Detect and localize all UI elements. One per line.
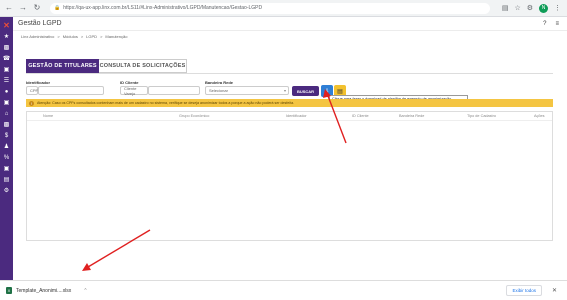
- breadcrumb-item[interactable]: Módulos: [63, 34, 78, 39]
- browser-toolbar: ← → ↻ 🔒 https://qa-ux-app.linx.com.br/LS…: [0, 0, 567, 17]
- percent-icon[interactable]: %: [2, 153, 11, 162]
- cart-icon[interactable]: ▣: [2, 164, 11, 173]
- download-bar: X Template_Anonimi....xlsx ⌃ Exibir todo…: [0, 280, 567, 300]
- column-header[interactable]: Ações: [534, 114, 545, 118]
- show-all-downloads-button[interactable]: Exibir todos: [506, 285, 542, 296]
- linx-logo-icon[interactable]: ✕: [2, 21, 11, 30]
- forward-icon[interactable]: →: [18, 3, 28, 13]
- column-header[interactable]: Bandeira Rede: [399, 114, 424, 118]
- extensions-icon[interactable]: ⚙: [527, 4, 533, 12]
- alert-text: Atenção: Caso os CPFs consultados conten…: [37, 101, 295, 105]
- user-icon[interactable]: ●: [2, 87, 11, 96]
- chevron-up-icon[interactable]: ⌃: [83, 288, 87, 294]
- users-icon[interactable]: ♟: [2, 142, 11, 151]
- back-icon[interactable]: ←: [4, 3, 14, 13]
- star-icon[interactable]: ★: [2, 32, 11, 41]
- settings-icon[interactable]: ⚙: [2, 186, 11, 195]
- store-icon[interactable]: ⌂: [2, 109, 11, 118]
- column-header[interactable]: Nome: [43, 114, 53, 118]
- folder-icon: ▤: [337, 88, 343, 95]
- close-icon[interactable]: ✕: [552, 287, 557, 294]
- download-item[interactable]: X Template_Anonimi....xlsx ⌃: [6, 287, 88, 294]
- excel-file-icon: X: [6, 287, 12, 294]
- warning-alert: ! Atenção: Caso os CPFs consultados cont…: [26, 99, 553, 107]
- phone-icon[interactable]: ☎: [2, 54, 11, 63]
- menu-icon[interactable]: ≡: [555, 21, 559, 27]
- translate-icon[interactable]: ▤: [502, 4, 509, 12]
- breadcrumb-item: Manutenção: [105, 34, 128, 39]
- breadcrumb-item[interactable]: Linx Administrativo: [21, 34, 54, 39]
- lock-icon: 🔒: [54, 5, 61, 11]
- folder-icon[interactable]: ▤: [2, 175, 11, 184]
- download-filename: Template_Anonimi....xlsx: [16, 287, 72, 294]
- app-header: Gestão LGPD ? ≡: [13, 17, 567, 31]
- buscar-button[interactable]: BUSCAR: [292, 86, 319, 96]
- url-text: https://qa-ux-app.linx.com.br/LS11/#Linx…: [63, 5, 263, 11]
- column-header[interactable]: Grupo Econômico: [179, 114, 209, 118]
- bandeira-label: Bandeira Rede: [205, 80, 234, 85]
- chart-icon[interactable]: ▩: [2, 43, 11, 52]
- titulares-table: Nome Grupo Econômico Identificador ID Cl…: [26, 111, 553, 241]
- breadcrumb-separator: >: [80, 34, 84, 39]
- help-icon[interactable]: ?: [543, 21, 546, 27]
- tab-consulta-solicitacoes[interactable]: CONSULTA DE SOLICITAÇÕES: [99, 59, 187, 73]
- tab-bar: GESTÃO DE TITULARES CONSULTA DE SOLICITA…: [26, 59, 187, 73]
- tab-divider: [26, 73, 553, 74]
- sidebar: ✕ ★ ▩ ☎ ▣ ☰ ● ▣ ⌂ ▩ $ ♟ % ▣ ▤ ⚙: [0, 17, 13, 280]
- arrowhead: [82, 263, 91, 271]
- bandeira-select[interactable]: Selecionar ▾: [205, 86, 289, 95]
- tab-gestao-titulares[interactable]: GESTÃO DE TITULARES: [26, 59, 99, 73]
- breadcrumb-item[interactable]: LGPD: [86, 34, 97, 39]
- dollar-icon[interactable]: $: [2, 131, 11, 140]
- column-header[interactable]: Tipo de Cadastro: [467, 114, 496, 118]
- breadcrumb-separator: >: [57, 34, 60, 39]
- menu-icon[interactable]: ⋮: [554, 4, 561, 12]
- column-header[interactable]: Identificador: [286, 114, 307, 118]
- address-bar[interactable]: 🔒 https://qa-ux-app.linx.com.br/LS11/#Li…: [50, 2, 490, 14]
- warning-icon: !: [29, 100, 34, 106]
- inbox-icon[interactable]: ▣: [2, 98, 11, 107]
- star-icon[interactable]: ☆: [514, 4, 520, 12]
- bars-icon[interactable]: ▩: [2, 120, 11, 129]
- table-header: Nome Grupo Econômico Identificador ID Cl…: [27, 112, 552, 121]
- breadcrumb-separator: >: [100, 34, 103, 39]
- list-icon[interactable]: ☰: [2, 76, 11, 85]
- identificador-label: Identificador: [26, 80, 51, 85]
- page-title: Gestão LGPD: [18, 20, 62, 27]
- id-cliente-type-select[interactable]: Cliente Varejo: [120, 86, 148, 96]
- identificador-input[interactable]: [38, 86, 104, 95]
- download-file-icon: ⇩: [324, 88, 330, 95]
- column-header[interactable]: ID Cliente: [352, 114, 369, 118]
- reload-icon[interactable]: ↻: [32, 3, 42, 13]
- identificador-type-select[interactable]: CPF: [26, 86, 38, 95]
- chevron-down-icon: ▾: [283, 88, 286, 93]
- card-icon[interactable]: ▣: [2, 65, 11, 74]
- id-cliente-input[interactable]: [148, 86, 200, 95]
- profile-avatar[interactable]: N: [539, 3, 548, 13]
- id-cliente-label: ID Cliente: [120, 80, 139, 85]
- breadcrumb: Linx Administrativo > Módulos > LGPD > M…: [21, 34, 127, 39]
